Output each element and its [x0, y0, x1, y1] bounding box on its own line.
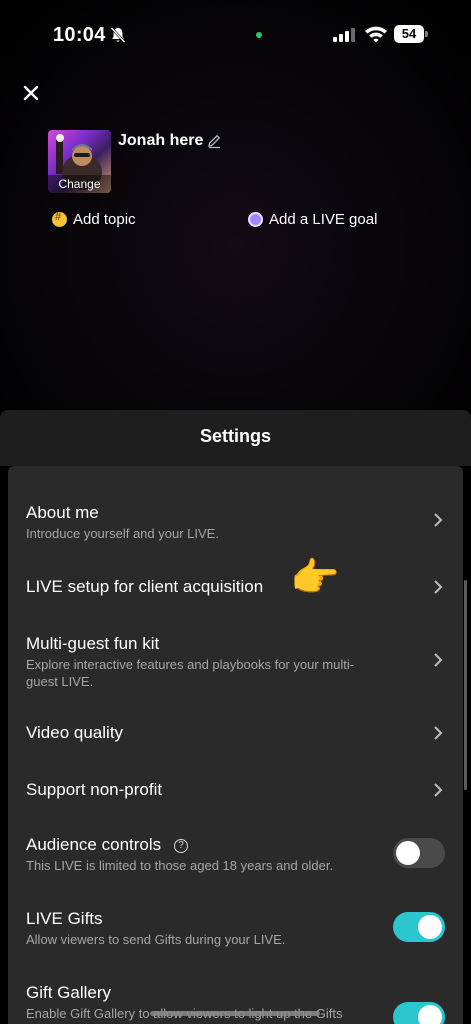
status-bar: 10:04 54: [0, 0, 471, 70]
chevron-right-icon: [434, 653, 443, 667]
setting-title: About me: [26, 503, 99, 522]
toggle-knob: [418, 1005, 442, 1024]
add-topic-label: Add topic: [73, 211, 136, 228]
edit-icon[interactable]: [206, 133, 222, 149]
signal-icon: [333, 28, 355, 42]
settings-title: Settings: [199, 426, 271, 446]
setting-title: Video quality: [26, 723, 124, 742]
live-cover-image[interactable]: Change: [48, 130, 111, 193]
toggle-knob: [418, 915, 442, 939]
settings-list[interactable]: About me Introduce yourself and your LIV…: [8, 466, 463, 1024]
live-title[interactable]: Jonah here: [118, 132, 203, 150]
toggle-knob: [396, 841, 420, 865]
battery-level: 54: [394, 25, 424, 43]
add-topic-button[interactable]: Add topic: [52, 211, 136, 228]
chevron-right-icon: [434, 513, 443, 527]
close-icon[interactable]: [20, 82, 42, 104]
status-time: 10:04: [53, 24, 106, 46]
chevron-right-icon: [434, 580, 443, 594]
setting-title: Support non-profit: [26, 780, 163, 799]
hashtag-icon: [52, 211, 67, 227]
setting-row-gift-gallery[interactable]: Gift Gallery Enable Gift Gallery to allo…: [8, 976, 463, 1024]
change-cover-label[interactable]: Change: [48, 175, 111, 193]
setting-subtitle: Introduce yourself and your LIVE.: [26, 526, 219, 541]
info-icon[interactable]: ?: [174, 839, 188, 853]
scrollbar[interactable]: [464, 580, 467, 790]
setting-subtitle: Allow viewers to send Gifts during your …: [26, 932, 286, 947]
audience-controls-toggle[interactable]: [393, 838, 445, 868]
setting-row-video-quality[interactable]: Video quality: [8, 714, 463, 754]
setting-subtitle: This LIVE is limited to those aged 18 ye…: [26, 858, 334, 873]
setting-row-about-me[interactable]: About me Introduce yourself and your LIV…: [8, 496, 463, 552]
battery-icon: 54: [394, 25, 428, 43]
bell-off-icon: [110, 27, 126, 43]
target-icon: [248, 212, 263, 227]
chevron-right-icon: [434, 783, 443, 797]
setting-row-client-acquisition[interactable]: LIVE setup for client acquisition: [8, 566, 463, 610]
setting-title: Multi-guest fun kit: [26, 634, 160, 653]
gift-gallery-toggle[interactable]: [393, 1002, 445, 1024]
setting-row-support-non-profit[interactable]: Support non-profit: [8, 772, 463, 808]
setting-subtitle: Explore interactive features and playboo…: [26, 657, 355, 689]
setting-title: LIVE setup for client acquisition: [26, 577, 264, 596]
setting-title: Audience controls: [26, 835, 162, 854]
add-live-goal-label: Add a LIVE goal: [269, 211, 378, 228]
chevron-right-icon: [434, 726, 443, 740]
setting-title: LIVE Gifts: [26, 909, 103, 928]
pointing-hand-emoji: 👉: [290, 556, 340, 600]
setting-row-audience-controls[interactable]: Audience controls ? This LIVE is limited…: [8, 828, 463, 880]
home-indicator[interactable]: [150, 1011, 320, 1016]
camera-in-use-indicator: [256, 32, 262, 38]
live-gifts-toggle[interactable]: [393, 912, 445, 942]
wifi-icon: [365, 26, 387, 43]
setting-row-multi-guest-fun-kit[interactable]: Multi-guest fun kit Explore interactive …: [8, 628, 463, 694]
setting-row-live-gifts[interactable]: LIVE Gifts Allow viewers to send Gifts d…: [8, 902, 463, 954]
setting-title: Gift Gallery: [26, 983, 112, 1002]
add-live-goal-button[interactable]: Add a LIVE goal: [248, 211, 377, 228]
